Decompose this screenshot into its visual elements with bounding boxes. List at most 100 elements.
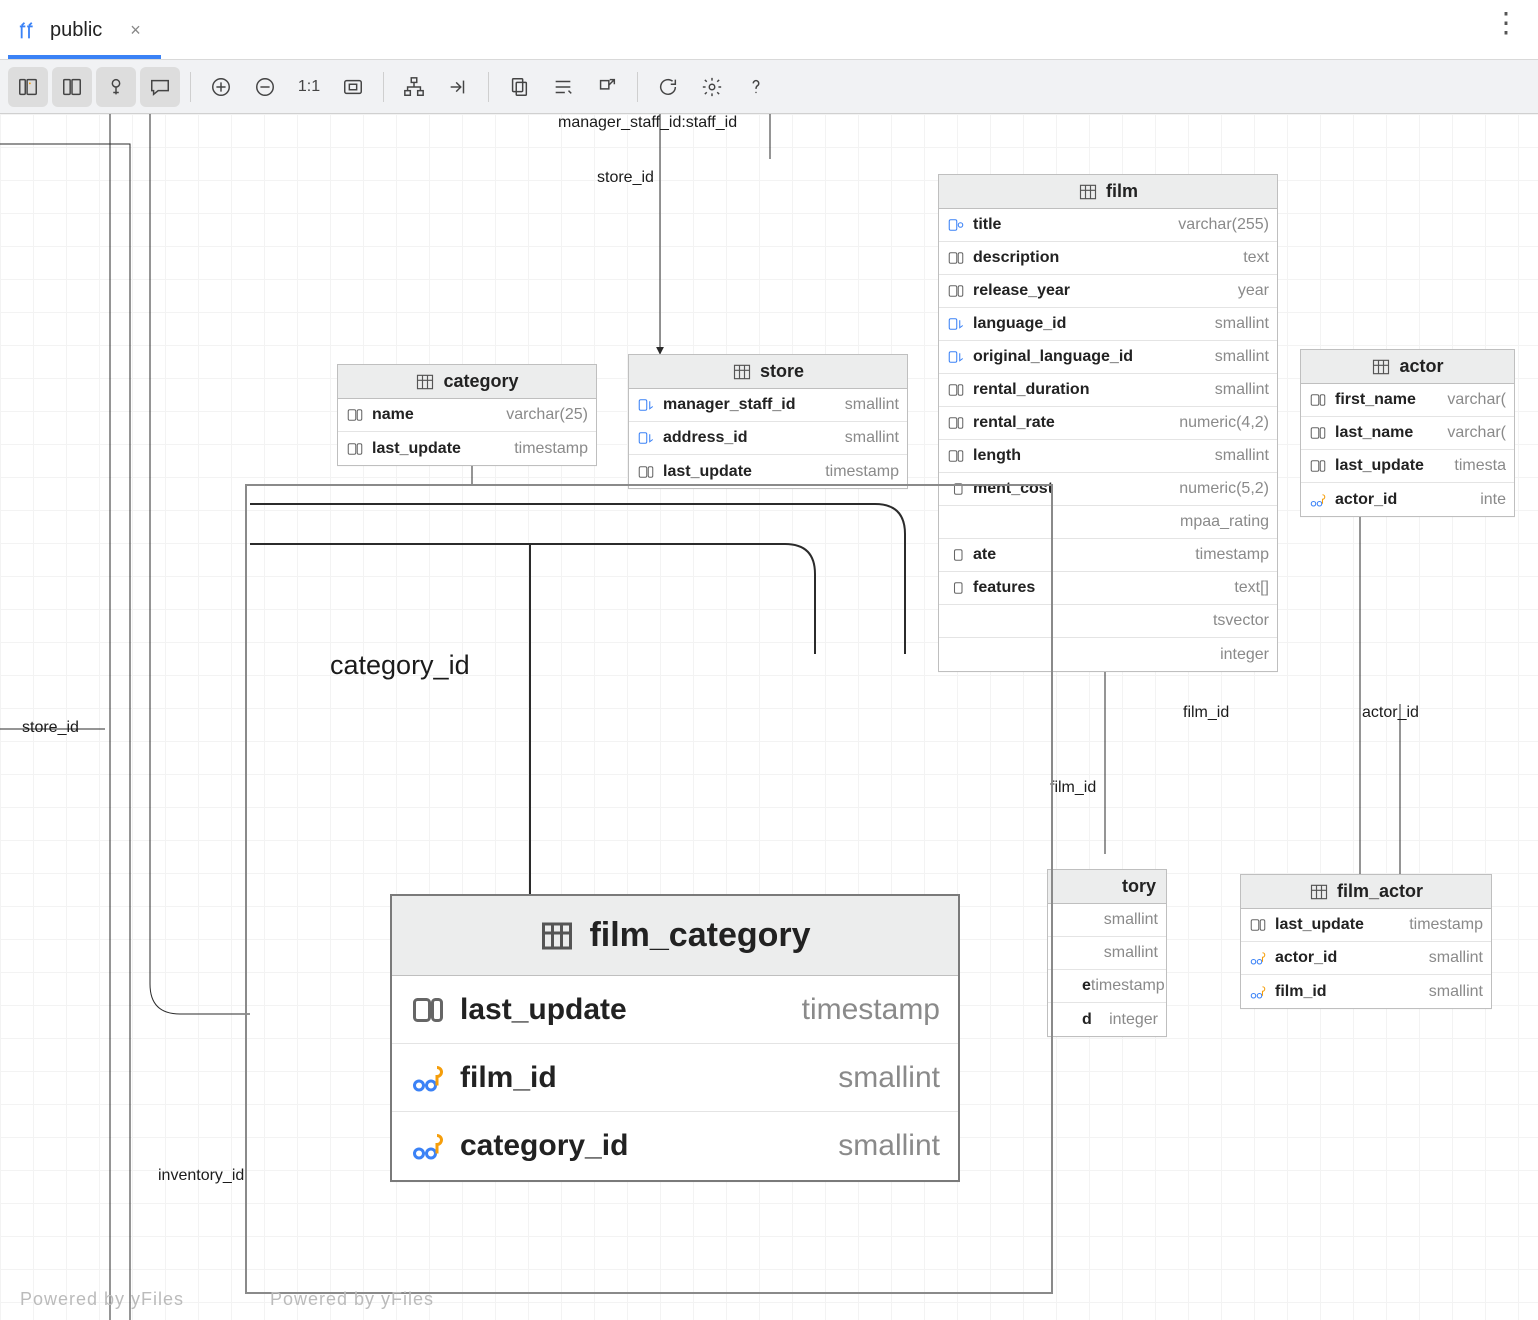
column-row[interactable]: language_idsmallint	[939, 308, 1277, 341]
table-film-category[interactable]: film_category last_updatetimestampfilm_i…	[390, 894, 960, 1182]
pk-icon	[410, 1128, 446, 1164]
column-row[interactable]: address_idsmallint	[629, 422, 907, 455]
fk-icon	[947, 315, 965, 333]
table-film-actor[interactable]: film_actor last_updatetimestampactor_ids…	[1240, 874, 1492, 1009]
refresh-button[interactable]	[648, 67, 688, 107]
column-row[interactable]: lengthsmallint	[939, 440, 1277, 473]
cut-icon	[1056, 977, 1074, 995]
table-icon	[1078, 182, 1098, 202]
column-row[interactable]: last_updatetimestamp	[629, 455, 907, 488]
table-actor-header: actor	[1301, 350, 1514, 384]
column-row[interactable]: original_language_idsmallint	[939, 341, 1277, 374]
column-type: timestamp	[1195, 546, 1269, 564]
column-row[interactable]: mpaa_rating	[939, 506, 1277, 539]
column-row[interactable]: descriptiontext	[939, 242, 1277, 275]
column-row[interactable]: last_namevarchar(	[1301, 417, 1514, 450]
column-row[interactable]: last_updatetimesta	[1301, 450, 1514, 483]
col-icon	[1309, 424, 1327, 442]
column-type: integer	[1220, 646, 1269, 664]
pk-icon	[1249, 949, 1267, 967]
table-inventory[interactable]: tory smallint smallint etimestampdinteger	[1047, 869, 1167, 1037]
column-type: smallint	[1104, 944, 1158, 962]
column-row[interactable]: category_idsmallint	[392, 1112, 958, 1180]
table-inventory-header: tory	[1048, 870, 1166, 904]
comment-toggle-button[interactable]	[140, 67, 180, 107]
column-row[interactable]: release_yearyear	[939, 275, 1277, 308]
table-store[interactable]: store manager_staff_idsmallintaddress_id…	[628, 354, 908, 489]
column-row[interactable]: etimestamp	[1048, 970, 1166, 1003]
auto-layout-button[interactable]	[394, 67, 434, 107]
layout-mode-a-button[interactable]	[8, 67, 48, 107]
schema-icon	[18, 20, 40, 42]
toolbar: 1:1	[0, 60, 1538, 114]
help-button[interactable]	[736, 67, 776, 107]
table-icon	[1309, 882, 1329, 902]
column-row[interactable]: rental_durationsmallint	[939, 374, 1277, 407]
column-name: ment_cost	[973, 480, 1053, 498]
col-icon	[947, 381, 965, 399]
table-category[interactable]: category namevarchar(25)last_updatetimes…	[337, 364, 597, 466]
col-cut-icon	[947, 480, 965, 498]
column-type: smallint	[1215, 348, 1269, 366]
column-type: numeric(4,2)	[1179, 414, 1269, 432]
column-row[interactable]: name varchar(25)	[338, 399, 596, 432]
column-row[interactable]: dinteger	[1048, 1003, 1166, 1036]
column-name: category_id	[460, 1129, 628, 1163]
edge-label-manager-staff: manager_staff_id:staff_id	[558, 114, 737, 132]
table-category-rows: name varchar(25) last_updatetimestamp	[338, 399, 596, 465]
watermark: Powered by yFiles	[20, 1289, 184, 1310]
fk-icon	[947, 348, 965, 366]
zoom-out-button[interactable]	[245, 67, 285, 107]
fit-view-button[interactable]	[333, 67, 373, 107]
column-row[interactable]: film_idsmallint	[1241, 975, 1491, 1008]
column-row[interactable]: tsvector	[939, 605, 1277, 638]
column-row[interactable]: first_namevarchar(	[1301, 384, 1514, 417]
column-row[interactable]: atetimestamp	[939, 539, 1277, 572]
column-type: integer	[1109, 1011, 1158, 1029]
layout-mode-b-button[interactable]	[52, 67, 92, 107]
key-toggle-button[interactable]	[96, 67, 136, 107]
column-row[interactable]: last_updatetimestamp	[1241, 909, 1491, 942]
column-row[interactable]: titlevarchar(255)	[939, 209, 1277, 242]
watermark-2: Powered by yFiles	[270, 1289, 434, 1310]
table-film[interactable]: film titlevarchar(255)descriptiontextrel…	[938, 174, 1278, 672]
edge-label-category-id: category_id	[330, 650, 470, 681]
none-icon	[947, 513, 965, 531]
table-actor[interactable]: actor first_namevarchar(last_namevarchar…	[1300, 349, 1515, 517]
column-row[interactable]: rental_ratenumeric(4,2)	[939, 407, 1277, 440]
column-name: title	[973, 216, 1001, 234]
col-cut-icon	[947, 546, 965, 564]
column-row[interactable]: actor_idsmallint	[1241, 942, 1491, 975]
copy-button[interactable]	[499, 67, 539, 107]
column-row[interactable]: integer	[939, 638, 1277, 671]
zoom-in-button[interactable]	[201, 67, 241, 107]
collapse-button[interactable]	[438, 67, 478, 107]
column-row[interactable]: manager_staff_idsmallint	[629, 389, 907, 422]
column-name: language_id	[973, 315, 1066, 333]
column-row[interactable]: last_updatetimestamp	[392, 976, 958, 1044]
idx-icon	[947, 216, 965, 234]
column-type: smallint	[1104, 911, 1158, 929]
list-button[interactable]	[543, 67, 583, 107]
column-type: varchar(25)	[506, 406, 588, 424]
edge-label-film-id-2: film_id	[1050, 779, 1096, 797]
column-name: name	[372, 406, 414, 424]
table-film-actor-rows: last_updatetimestampactor_idsmallintfilm…	[1241, 909, 1491, 1008]
export-button[interactable]	[587, 67, 627, 107]
zoom-actual-button[interactable]: 1:1	[289, 67, 329, 107]
column-row[interactable]: smallint	[1048, 904, 1166, 937]
column-row[interactable]: ment_costnumeric(5,2)	[939, 473, 1277, 506]
column-row[interactable]: featurestext[]	[939, 572, 1277, 605]
column-row[interactable]: smallint	[1048, 937, 1166, 970]
column-type: year	[1238, 282, 1269, 300]
column-row[interactable]: film_idsmallint	[392, 1044, 958, 1112]
overflow-menu-icon[interactable]: ⋮	[1492, 14, 1520, 32]
column-row[interactable]: last_updatetimestamp	[338, 432, 596, 465]
tab-close-button[interactable]: ×	[124, 18, 147, 43]
none-icon	[1056, 911, 1074, 929]
settings-button[interactable]	[692, 67, 732, 107]
pk-icon	[410, 1060, 446, 1096]
diagram-canvas[interactable]: manager_staff_id:staff_id store_id store…	[0, 114, 1538, 1320]
tab-public[interactable]: public ×	[8, 8, 161, 59]
column-row[interactable]: actor_idinte	[1301, 483, 1514, 516]
